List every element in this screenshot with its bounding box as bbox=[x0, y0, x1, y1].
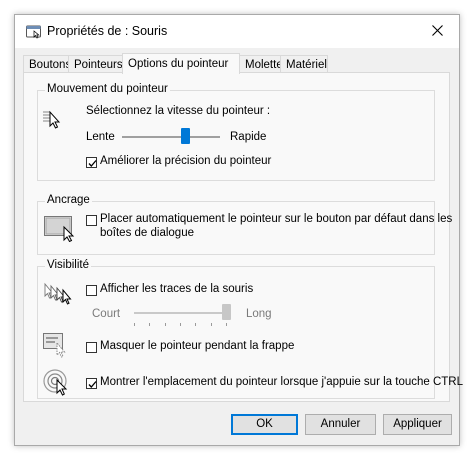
title-bar: Propriétés de : Souris bbox=[15, 15, 459, 48]
pointer-trails-icon bbox=[44, 282, 72, 305]
close-icon bbox=[432, 25, 443, 36]
ok-button[interactable]: OK bbox=[231, 414, 298, 435]
trails-checkbox[interactable] bbox=[86, 285, 97, 296]
apply-button[interactable]: Appliquer bbox=[383, 414, 452, 435]
trails-label: Afficher les traces de la souris bbox=[100, 283, 254, 295]
snap-group-title: Ancrage bbox=[45, 194, 92, 206]
slider-tick bbox=[226, 323, 227, 326]
mouse-app-icon bbox=[26, 25, 41, 39]
speed-slider-thumb[interactable] bbox=[181, 128, 191, 144]
ctrl-location-label: Montrer l'emplacement du pointeur lorsqu… bbox=[100, 376, 463, 388]
mouse-properties-dialog: Propriétés de : Souris Boutons Pointeurs… bbox=[14, 14, 463, 446]
hide-pointer-label: Masquer le pointeur pendant la frappe bbox=[100, 340, 295, 352]
long-label: Long bbox=[246, 308, 272, 320]
hide-pointer-checkbox[interactable] bbox=[86, 342, 97, 353]
snap-group: Ancrage Placer automatiquement le pointe… bbox=[37, 194, 452, 255]
snap-to-button-icon bbox=[44, 216, 75, 242]
visibility-group-title: Visibilité bbox=[45, 259, 91, 271]
tab-wheel[interactable]: Molette bbox=[239, 55, 283, 73]
hide-pointer-typing-icon bbox=[43, 333, 66, 358]
slider-tick bbox=[210, 323, 212, 326]
short-label: Court bbox=[92, 308, 121, 320]
tab-pointers[interactable]: Pointeurs bbox=[68, 55, 123, 73]
precision-checkbox[interactable] bbox=[86, 157, 97, 168]
checkmark-icon bbox=[88, 160, 97, 167]
slider-tick bbox=[149, 323, 151, 326]
tab-label: Molette bbox=[245, 59, 283, 71]
snap-checkbox[interactable] bbox=[86, 215, 97, 226]
slider-tick bbox=[134, 323, 135, 326]
cancel-button[interactable]: Annuler bbox=[305, 414, 376, 435]
tab-label: Options du pointeur bbox=[128, 58, 229, 70]
tab-buttons[interactable]: Boutons bbox=[23, 55, 72, 73]
snap-label-line1: Placer automatiquement le pointeur sur l… bbox=[100, 213, 453, 225]
precision-label: Améliorer la précision du pointeur bbox=[100, 155, 272, 167]
slider-tick bbox=[180, 323, 181, 326]
slow-label: Lente bbox=[86, 131, 115, 143]
motion-group: Mouvement du pointeur Sélectionnez la vi… bbox=[37, 83, 435, 181]
pointer-speed-icon bbox=[43, 110, 61, 129]
fast-label: Rapide bbox=[230, 131, 267, 143]
window-title: Propriétés de : Souris bbox=[47, 24, 168, 38]
ctrl-location-checkbox[interactable] bbox=[86, 378, 97, 389]
tab-pointer-options[interactable]: Options du pointeur bbox=[122, 53, 240, 74]
tab-label: Boutons bbox=[29, 59, 72, 71]
checkmark-icon bbox=[88, 381, 97, 388]
tab-label: Matériel bbox=[286, 59, 327, 71]
speed-label: Sélectionnez la vitesse du pointeur : bbox=[86, 105, 271, 117]
tab-hardware[interactable]: Matériel bbox=[280, 55, 328, 73]
tab-panel: Mouvement du pointeur Sélectionnez la vi… bbox=[23, 72, 463, 402]
trails-slider-track bbox=[134, 312, 226, 314]
speed-slider-track bbox=[122, 136, 220, 138]
show-location-ctrl-icon bbox=[43, 369, 68, 396]
trails-slider-thumb[interactable] bbox=[221, 304, 231, 320]
visibility-group: Visibilité Afficher les traces de la sou… bbox=[37, 259, 463, 399]
close-button[interactable] bbox=[417, 15, 459, 48]
snap-label-line2: boîtes de dialogue bbox=[100, 227, 194, 239]
tab-label: Pointeurs bbox=[74, 59, 123, 71]
motion-group-title: Mouvement du pointeur bbox=[45, 83, 170, 95]
slider-tick bbox=[164, 323, 166, 326]
slider-tick bbox=[195, 323, 197, 326]
